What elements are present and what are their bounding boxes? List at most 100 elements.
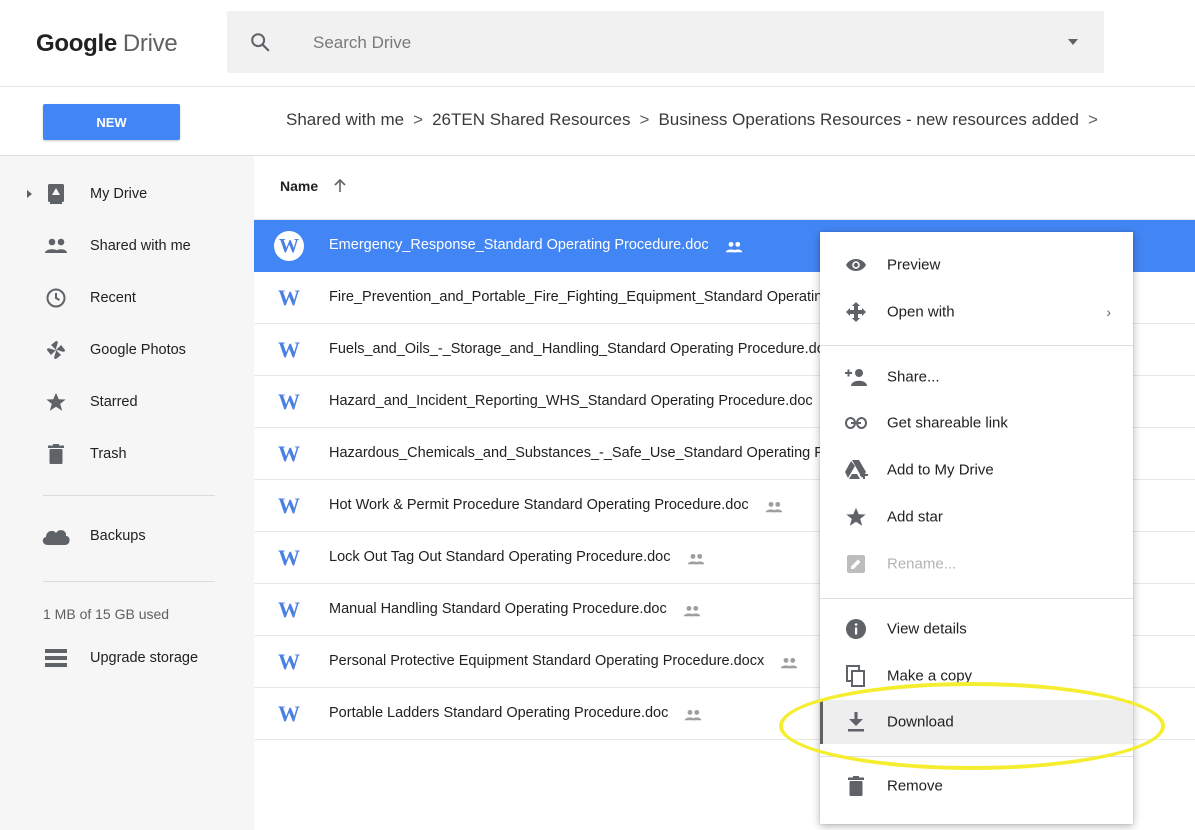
menu-item-label: Get shareable link [887, 414, 1008, 432]
copy-icon [844, 664, 868, 688]
sidebar-item-shared-with-me[interactable]: Shared with me [0, 222, 254, 270]
search-input[interactable]: Search Drive [313, 33, 411, 53]
menu-divider [820, 345, 1133, 346]
breadcrumb-business-operations[interactable]: Business Operations Resources - new reso… [658, 110, 1079, 129]
word-doc-icon: W [274, 231, 304, 261]
search-icon[interactable] [249, 31, 271, 53]
sidebar-item-starred[interactable]: Starred [0, 378, 254, 426]
menu-item-get-shareable-link[interactable]: Get shareable link [820, 401, 1133, 445]
sidebar-item-label: Google Photos [90, 342, 186, 358]
sidebar-item-upgrade-storage[interactable]: Upgrade storage [0, 634, 254, 682]
shared-people-icon [687, 552, 705, 570]
share-person-add-icon [844, 365, 868, 389]
breadcrumb-shared-with-me[interactable]: Shared with me [286, 110, 404, 129]
file-name: Hazard_and_Incident_Reporting_WHS_Standa… [329, 393, 813, 409]
column-header-name[interactable]: Name [254, 156, 1195, 220]
file-name: Portable Ladders Standard Operating Proc… [329, 705, 669, 721]
storage-usage-text: 1 MB of 15 GB used [43, 606, 170, 622]
column-name-label: Name [280, 178, 319, 194]
logo-google-text: Google [36, 30, 117, 57]
menu-item-add-star[interactable]: Add star [820, 495, 1133, 539]
menu-item-label: Share... [887, 368, 940, 386]
word-doc-icon: W [278, 389, 300, 414]
word-doc-icon: W [278, 441, 300, 466]
add-to-drive-icon [844, 458, 868, 482]
word-doc-icon: W [278, 701, 300, 726]
pinwheel-icon [44, 338, 68, 362]
sidebar-item-label: Recent [90, 290, 136, 306]
sidebar-item-label: Trash [90, 446, 127, 462]
word-doc-icon: W [278, 545, 300, 570]
menu-item-label: View details [887, 620, 967, 638]
chevron-right-icon: > [639, 110, 650, 129]
file-name: Lock Out Tag Out Standard Operating Proc… [329, 549, 671, 565]
menu-item-make-a-copy[interactable]: Make a copy [820, 654, 1133, 698]
menu-item-label: Preview [887, 256, 941, 274]
word-doc-icon: W [278, 597, 300, 622]
menu-item-open-with[interactable]: Open with › [820, 290, 1133, 334]
menu-item-view-details[interactable]: View details [820, 607, 1133, 651]
clock-icon [44, 286, 68, 310]
file-name: Personal Protective Equipment Standard O… [329, 653, 765, 669]
shared-people-icon [44, 234, 68, 258]
rename-icon [844, 552, 868, 576]
download-icon [844, 710, 868, 734]
search-bar[interactable]: Search Drive [227, 11, 1104, 73]
trash-icon [44, 442, 68, 466]
file-name: Manual Handling Standard Operating Proce… [329, 601, 667, 617]
file-name: Emergency_Response_Standard Operating Pr… [329, 237, 709, 253]
file-name: Hot Work & Permit Procedure Standard Ope… [329, 497, 749, 513]
word-doc-icon: W [278, 337, 300, 362]
shared-people-icon [780, 656, 798, 674]
expand-arrow-icon[interactable] [27, 190, 32, 198]
chevron-right-icon: > [1087, 110, 1098, 129]
logo-drive-text: Drive [122, 30, 178, 57]
shared-people-icon [765, 500, 783, 518]
sidebar: My Drive Shared with me Recent Google Ph… [0, 156, 254, 830]
sidebar-item-label: My Drive [90, 186, 148, 202]
sidebar-item-google-photos[interactable]: Google Photos [0, 326, 254, 374]
menu-item-remove[interactable]: Remove [820, 764, 1133, 808]
sidebar-item-label: Backups [90, 528, 146, 544]
info-icon [844, 617, 868, 641]
menu-item-share[interactable]: Share... [820, 355, 1133, 399]
drive-app: Google Drive Search Drive NEW Shared with… [0, 0, 1195, 830]
menu-item-label: Add to My Drive [887, 461, 994, 479]
sidebar-divider [43, 495, 215, 496]
breadcrumb: Shared with me >26TEN Shared Resources > Bu… [286, 110, 1195, 130]
sidebar-item-label: Starred [90, 394, 138, 410]
star-icon [844, 505, 868, 529]
menu-item-label: Open with [887, 303, 955, 321]
word-doc-icon: W [278, 285, 300, 310]
menu-item-preview[interactable]: Preview [820, 243, 1133, 287]
search-options-dropdown-icon[interactable] [1068, 39, 1078, 45]
chevron-right-icon: > [413, 110, 424, 129]
sort-ascending-arrow-icon[interactable] [332, 176, 348, 194]
menu-item-label: Rename... [887, 555, 957, 573]
menu-divider [820, 756, 1133, 757]
cloud-icon [40, 524, 72, 548]
shared-people-icon [684, 708, 702, 726]
sidebar-item-recent[interactable]: Recent [0, 274, 254, 322]
sidebar-divider [43, 581, 215, 582]
word-doc-icon: W [278, 493, 300, 518]
sidebar-item-backups[interactable]: Backups [0, 512, 254, 560]
google-drive-logo[interactable]: Google Drive [36, 30, 178, 58]
word-doc-icon: W [278, 649, 300, 674]
breadcrumb-26ten-shared-resources[interactable]: 26TEN Shared Resources [432, 110, 630, 129]
menu-item-label: Make a copy [887, 667, 973, 685]
context-menu: Preview Open with › Share... Get shareab… [820, 232, 1133, 824]
new-button[interactable]: NEW [43, 104, 180, 140]
eye-icon [844, 253, 868, 277]
menu-item-label: Add star [887, 508, 943, 526]
open-with-icon [844, 300, 868, 324]
sidebar-item-trash[interactable]: Trash [0, 430, 254, 478]
trash-icon [844, 774, 868, 798]
menu-item-download[interactable]: Download [820, 700, 1133, 744]
sidebar-item-my-drive[interactable]: My Drive [0, 170, 254, 218]
top-header: Google Drive Search Drive [0, 0, 1195, 86]
shared-people-icon [683, 604, 701, 622]
star-icon [44, 390, 68, 414]
menu-item-add-to-my-drive[interactable]: Add to My Drive [820, 448, 1133, 492]
storage-icon [44, 646, 68, 670]
